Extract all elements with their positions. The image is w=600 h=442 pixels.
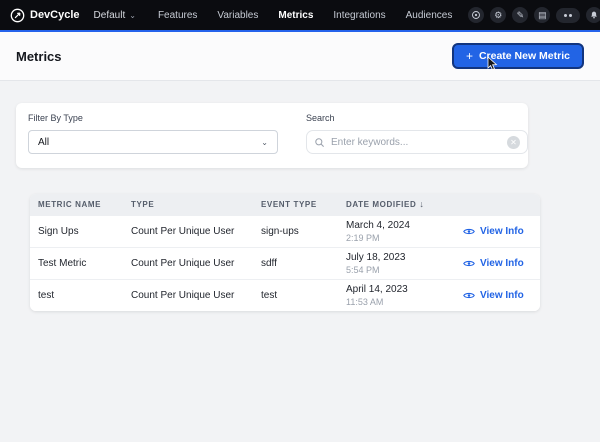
wrench-icon[interactable]: ✎ — [512, 7, 528, 23]
date-modified-cell: March 4, 2024 2:19 PM — [338, 215, 455, 247]
metrics-table: Metric Name Type Event Type Date Modifie… — [30, 194, 540, 311]
column-header-type[interactable]: Type — [123, 194, 253, 215]
gamepad-icon[interactable] — [556, 8, 580, 23]
type-select-value: All — [38, 137, 49, 148]
bell-icon[interactable] — [586, 7, 600, 23]
search-box: ✕ — [306, 130, 528, 154]
column-header-event-type[interactable]: Event Type — [253, 194, 338, 215]
event-type-cell: test — [253, 279, 338, 311]
metric-name-cell: test — [30, 279, 123, 311]
create-new-metric-button[interactable]: + Create New Metric — [452, 43, 584, 69]
chevron-down-icon: ⌄ — [129, 11, 136, 20]
chevron-down-icon: ⌄ — [261, 138, 268, 147]
search-icon — [314, 137, 325, 148]
nav-item-features[interactable]: Features — [156, 8, 199, 23]
type-cell: Count Per Unique User — [123, 279, 253, 311]
filter-by-type-group: Filter By Type All ⌄ — [28, 113, 278, 154]
top-navbar: DevCycle Default ⌄ Features Variables Me… — [0, 0, 600, 30]
date-modified-cell: July 18, 2023 5:54 PM — [338, 247, 455, 279]
book-icon[interactable]: ▤ — [534, 7, 550, 23]
column-header-metric-name[interactable]: Metric Name — [30, 194, 123, 215]
main-nav: Features Variables Metrics Integrations … — [156, 8, 454, 23]
create-new-metric-label: Create New Metric — [479, 50, 570, 62]
column-header-date-modified[interactable]: Date Modified↓ — [338, 194, 455, 215]
view-info-link[interactable]: View Info — [463, 226, 532, 237]
gear-icon[interactable]: ⚙ — [490, 7, 506, 23]
filter-card: Filter By Type All ⌄ Search ✕ — [16, 103, 528, 168]
project-selector[interactable]: Default ⌄ — [94, 10, 136, 21]
project-name: Default — [94, 10, 126, 21]
brand-name: DevCycle — [30, 9, 80, 21]
brand[interactable]: DevCycle — [10, 8, 80, 23]
filter-by-type-label: Filter By Type — [28, 113, 278, 123]
event-type-cell: sign-ups — [253, 215, 338, 247]
metric-name-cell: Test Metric — [30, 247, 123, 279]
page-header: Metrics + Create New Metric — [0, 32, 600, 81]
nav-item-metrics[interactable]: Metrics — [276, 8, 315, 23]
nav-item-variables[interactable]: Variables — [215, 8, 260, 23]
view-info-link[interactable]: View Info — [463, 258, 532, 269]
event-type-cell: sdff — [253, 247, 338, 279]
search-input[interactable] — [331, 137, 501, 148]
nav-item-audiences[interactable]: Audiences — [404, 8, 455, 23]
type-cell: Count Per Unique User — [123, 247, 253, 279]
metric-name-cell: Sign Ups — [30, 215, 123, 247]
search-label: Search — [306, 113, 528, 123]
column-header-actions — [455, 194, 540, 215]
table-row[interactable]: Sign Ups Count Per Unique User sign-ups … — [30, 215, 540, 247]
devcycle-logo-icon — [10, 8, 25, 23]
plus-icon: + — [466, 50, 473, 62]
type-select[interactable]: All ⌄ — [28, 130, 278, 154]
view-info-link[interactable]: View Info — [463, 290, 532, 301]
table-header-row: Metric Name Type Event Type Date Modifie… — [30, 194, 540, 215]
page-title: Metrics — [16, 49, 62, 64]
clear-search-icon[interactable]: ✕ — [507, 136, 520, 149]
navbar-actions: ⚙ ✎ ▤ — [468, 7, 600, 23]
type-cell: Count Per Unique User — [123, 215, 253, 247]
table-row[interactable]: test Count Per Unique User test April 14… — [30, 279, 540, 311]
nav-item-integrations[interactable]: Integrations — [331, 8, 387, 23]
target-icon[interactable] — [468, 7, 484, 23]
search-group: Search ✕ — [306, 113, 528, 154]
sort-desc-icon: ↓ — [419, 199, 424, 209]
date-modified-cell: April 14, 2023 11:53 AM — [338, 279, 455, 311]
table-row[interactable]: Test Metric Count Per Unique User sdff J… — [30, 247, 540, 279]
